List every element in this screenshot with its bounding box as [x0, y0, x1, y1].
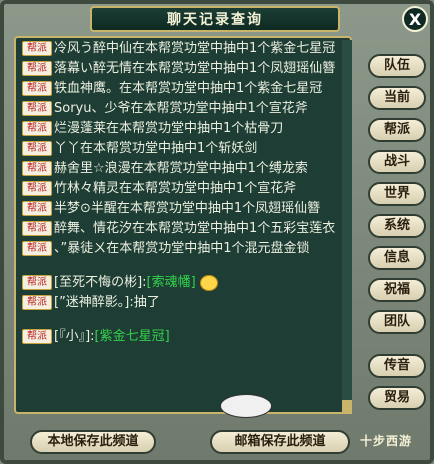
tab-current[interactable]: 当前 [368, 86, 426, 110]
tab-group[interactable]: 团队 [368, 310, 426, 334]
channel-badge: 帮派 [22, 275, 52, 290]
message-text: 冷风う醉中仙在本帮赏功堂中抽中1个紫金七星冠 [54, 41, 336, 56]
channel-badge: 帮派 [22, 41, 52, 56]
tab-info[interactable]: 信息 [368, 246, 426, 270]
message-text: 抽了 [133, 295, 160, 310]
item-link[interactable]: [索魂幡] [147, 275, 196, 290]
chat-message: 帮派 醉舞、情花汐在本帮赏功堂中抽中1个五彩宝莲衣 [16, 218, 350, 238]
message-text: 竹林々精灵在本帮赏功堂中抽中1个宣花斧 [54, 181, 297, 196]
message-text: 丫丫在本帮赏功堂中抽中1个斩妖剑 [54, 141, 258, 156]
tab-team[interactable]: 队伍 [368, 54, 426, 78]
channel-badge: 帮派 [22, 221, 52, 236]
close-button[interactable]: X [402, 6, 428, 32]
chat-message: 帮派 [『小』]:[紫金七星冠] [16, 326, 350, 346]
window-title: 聊天记录查询 [90, 6, 340, 32]
message-text: 赫舍里☆浪漫在本帮赏功堂中抽中1个缚龙索 [54, 161, 308, 176]
tab-trade[interactable]: 贸易 [368, 386, 426, 410]
emoji-icon [199, 274, 218, 291]
chat-message: 帮派 烂漫蓬莱在本帮赏功堂中抽中1个枯骨刀 [16, 118, 350, 138]
chat-log-panel: 帮派 冷风う醉中仙在本帮赏功堂中抽中1个紫金七星冠 帮派 落幕い醉无情在本帮赏功堂中… [14, 36, 352, 414]
channel-badge: 帮派 [22, 241, 52, 256]
chat-message: 帮派 [至死不悔の彬]:[索魂幡] [16, 272, 350, 292]
message-text: 落幕い醉无情在本帮赏功堂中抽中1个凤翅瑶仙簪 [54, 61, 336, 76]
channel-badge: 帮派 [22, 201, 52, 216]
speaker-name: [『小』]: [54, 329, 95, 344]
chat-message: 帮派 铁血神鹰。在本帮赏功堂中抽中1个紫金七星冠 [16, 78, 350, 98]
chat-message: 帮派 、”暴徒ㄨ在本帮赏功堂中抽中1个混元盘金锁 [16, 238, 350, 258]
message-text: 醉舞、情花汐在本帮赏功堂中抽中1个五彩宝莲衣 [54, 221, 336, 236]
chat-message: 帮派 赫舍里☆浪漫在本帮赏功堂中抽中1个缚龙索 [16, 158, 350, 178]
channel-badge: 帮派 [22, 81, 52, 96]
save-mail-button[interactable]: 邮箱保存此频道 [210, 430, 350, 454]
tab-battle[interactable]: 战斗 [368, 150, 426, 174]
chat-message: 帮派 落幕い醉无情在本帮赏功堂中抽中1个凤翅瑶仙簪 [16, 58, 350, 78]
game-logo: 十步西游 [360, 434, 413, 448]
tab-whisper[interactable]: 传音 [368, 354, 426, 378]
chat-message: 帮派 冷风う醉中仙在本帮赏功堂中抽中1个紫金七星冠 [16, 38, 350, 58]
message-text: 半梦⊙半醒在本帮赏功堂中抽中1个凤翅瑶仙簪 [54, 201, 321, 216]
scroll-thumb[interactable] [342, 400, 352, 414]
channel-badge: 帮派 [22, 61, 52, 76]
chat-message: 帮派 Soryu、少爷在本帮赏功堂中抽中1个宣花斧 [16, 98, 350, 118]
channel-badge: 帮派 [22, 101, 52, 116]
channel-badge: 帮派 [22, 329, 52, 344]
message-text: 铁血神鹰。在本帮赏功堂中抽中1个紫金七星冠 [54, 81, 323, 96]
save-local-button[interactable]: 本地保存此频道 [30, 430, 156, 454]
tab-system[interactable]: 系统 [368, 214, 426, 238]
channel-badge: 帮派 [22, 161, 52, 176]
speaker-name: [至死不悔の彬]: [54, 275, 147, 290]
chat-message: 帮派 竹林々精灵在本帮赏功堂中抽中1个宣花斧 [16, 178, 350, 198]
speaker-name: [”迷神醉影。]: [54, 295, 134, 310]
chat-message: 帮派 [”迷神醉影。]:抽了 [16, 292, 350, 312]
channel-badge: 帮派 [22, 141, 52, 156]
tab-world[interactable]: 世界 [368, 182, 426, 206]
message-text: 烂漫蓬莱在本帮赏功堂中抽中1个枯骨刀 [54, 121, 284, 136]
tab-guild[interactable]: 帮派 [368, 118, 426, 142]
chat-message: 帮派 半梦⊙半醒在本帮赏功堂中抽中1个凤翅瑶仙簪 [16, 198, 350, 218]
message-text: Soryu、少爷在本帮赏功堂中抽中1个宣花斧 [54, 101, 308, 116]
message-text: 、”暴徒ㄨ在本帮赏功堂中抽中1个混元盘金锁 [54, 241, 310, 256]
channel-badge: 帮派 [22, 121, 52, 136]
item-link[interactable]: [紫金七星冠] [95, 329, 170, 344]
tab-blessing[interactable]: 祝福 [368, 278, 426, 302]
channel-badge: 帮派 [22, 181, 52, 196]
chat-message: 帮派 丫丫在本帮赏功堂中抽中1个斩妖剑 [16, 138, 350, 158]
chat-scrollbar[interactable] [342, 40, 352, 412]
cat-emoji-icon [220, 394, 272, 418]
channel-badge: 帮派 [22, 295, 52, 310]
